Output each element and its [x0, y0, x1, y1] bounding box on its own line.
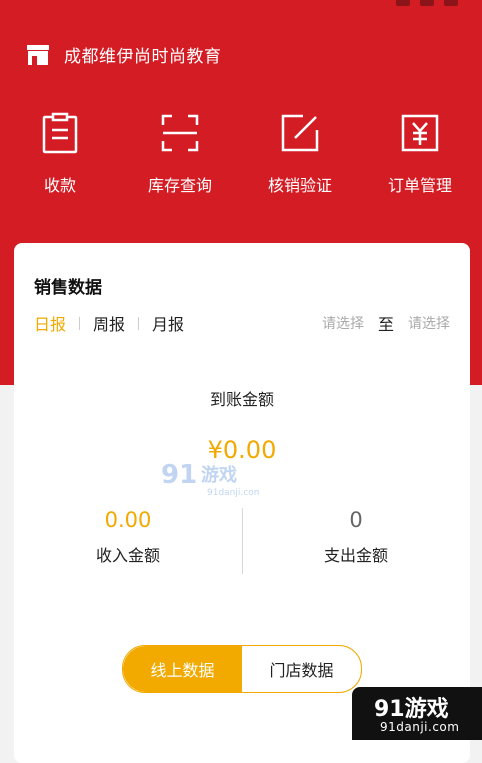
- edit-icon: [280, 112, 320, 154]
- status-icons: [396, 0, 458, 6]
- store-row[interactable]: 成都维伊尚时尚教育: [26, 42, 222, 67]
- clipboard-icon: [40, 112, 80, 154]
- svg-text:91: 91: [161, 460, 197, 490]
- store-data-button[interactable]: 门店数据: [242, 646, 361, 692]
- date-to-picker[interactable]: 请选择: [408, 313, 450, 333]
- yen-icon: [400, 112, 440, 154]
- tab-monthly[interactable]: 月报: [152, 311, 184, 335]
- signal-icon: [396, 0, 410, 6]
- income-stat: 0.00 收入金额: [14, 508, 242, 566]
- date-from-picker[interactable]: 请选择: [322, 313, 364, 333]
- action-label: 核销验证: [267, 176, 332, 195]
- tab-divider: [79, 316, 81, 330]
- action-verify[interactable]: 核销验证: [240, 112, 360, 196]
- scan-icon: [160, 112, 200, 154]
- status-bar: [0, 0, 482, 22]
- income-label: 收入金额: [95, 546, 160, 565]
- sales-title: 销售数据: [34, 278, 102, 298]
- sales-card: 销售数据 日报 周报 月报 请选择 至 请选择 到账金额 ¥0.00 91 游戏…: [14, 243, 470, 763]
- action-label: 收款: [43, 176, 76, 195]
- arrival-label: 到账金额: [209, 390, 274, 409]
- action-inventory-query[interactable]: 库存查询: [120, 112, 240, 196]
- watermark-title: 91游戏: [374, 697, 449, 722]
- action-order-management[interactable]: 订单管理: [360, 112, 480, 196]
- battery-icon: [444, 0, 458, 6]
- date-range: 请选择 至 请选择: [322, 311, 450, 335]
- expense-stat: 0 支出金额: [242, 508, 470, 566]
- svg-text:91danji.com: 91danji.com: [207, 488, 259, 498]
- tab-weekly[interactable]: 周报: [93, 311, 125, 335]
- action-label: 订单管理: [387, 176, 452, 195]
- svg-text:游戏: 游戏: [201, 464, 237, 486]
- store-icon: [26, 44, 50, 66]
- watermark-logo-icon: 91 游戏 91danji.com: [159, 455, 262, 499]
- wifi-icon: [420, 0, 434, 6]
- store-name: 成都维伊尚时尚教育: [64, 47, 222, 67]
- tab-divider: [138, 316, 140, 330]
- tab-daily[interactable]: 日报: [34, 311, 66, 335]
- online-data-button[interactable]: 线上数据: [123, 646, 242, 692]
- income-value: 0.00: [104, 508, 152, 532]
- action-label: 库存查询: [147, 176, 212, 195]
- period-tabs: 日报 周报 月报: [34, 311, 184, 335]
- watermark-subtitle: 91danji.com: [380, 720, 460, 734]
- expense-value: 0: [349, 508, 363, 532]
- action-receive-payment[interactable]: 收款: [0, 112, 120, 196]
- watermark-badge: 91游戏 91danji.com: [352, 687, 482, 740]
- stats-row: 0.00 收入金额 0 支出金额: [14, 508, 470, 574]
- quick-actions: 收款 库存查询 核销验证 订单管理: [0, 112, 482, 196]
- expense-label: 支出金额: [323, 546, 388, 565]
- data-source-toggle: 线上数据 门店数据: [122, 645, 362, 693]
- date-to-label: 至: [377, 315, 394, 334]
